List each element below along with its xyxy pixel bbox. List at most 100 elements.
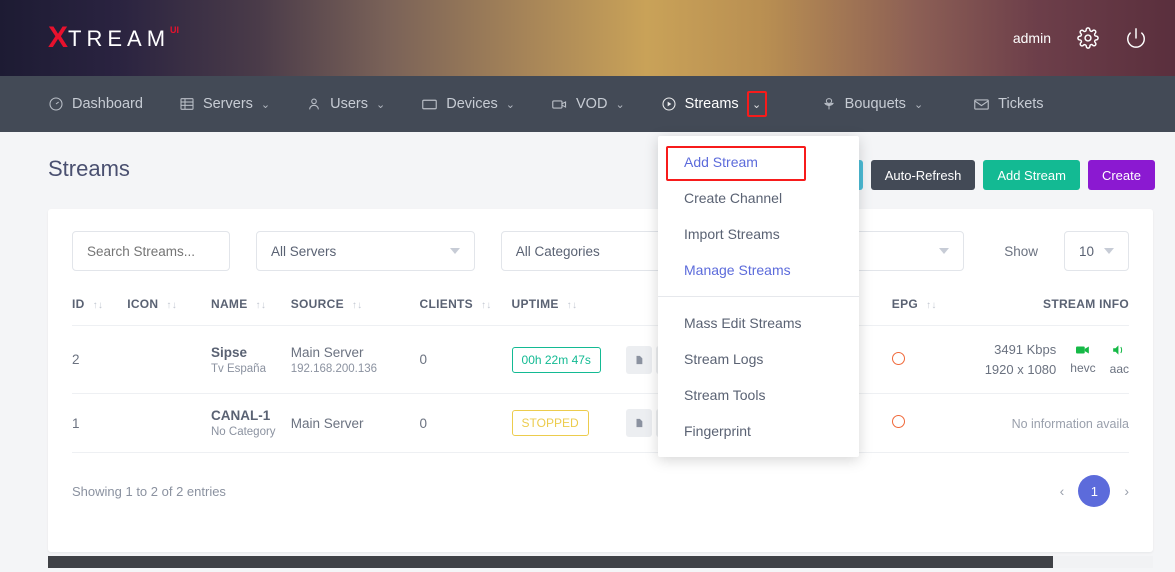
table-footer: Showing 1 to 2 of 2 entries ‹ 1 ›: [48, 453, 1153, 507]
stream-info-group: 3491 Kbps 1920 x 1080 hevc aac: [955, 340, 1129, 379]
chevron-down-icon-bouquets[interactable]: ⌄: [914, 98, 923, 111]
admin-username[interactable]: admin: [1013, 30, 1051, 46]
sort-icon-uptime[interactable]: ↑↓: [567, 300, 578, 311]
chevron-down-icon-vod[interactable]: ⌄: [615, 98, 624, 111]
col-uptime-label: UPTIME: [511, 297, 559, 311]
streams-card: All Servers All Categories er Show 10: [48, 209, 1153, 552]
power-icon[interactable]: [1125, 27, 1147, 49]
epg-status-icon: [891, 415, 905, 428]
menu-item-add-stream[interactable]: Add Stream: [658, 144, 859, 180]
horizontal-scrollbar[interactable]: [48, 556, 1153, 568]
page-size-select[interactable]: 10: [1063, 231, 1130, 271]
menu-item-stream-logs[interactable]: Stream Logs: [658, 341, 859, 377]
col-clients-label: CLIENTS: [419, 297, 473, 311]
source-server: Main Server: [290, 344, 364, 360]
play-circle-icon: [661, 96, 677, 112]
file-icon-button[interactable]: [626, 409, 653, 437]
nav-label-tickets: Tickets: [998, 96, 1044, 112]
uptime-badge: 00h 22m 47s: [511, 346, 601, 373]
scrollbar-thumb[interactable]: [48, 556, 1053, 568]
logo-superscript: UI: [170, 25, 180, 35]
gear-icon[interactable]: [1077, 27, 1099, 49]
source-address: 192.168.200.136: [290, 362, 378, 375]
cell-name: Sipse Tv España: [211, 325, 291, 394]
search-input[interactable]: [72, 231, 230, 271]
nav-item-users[interactable]: Users ⌄: [306, 76, 385, 132]
server-icon: [179, 96, 195, 112]
servers-select[interactable]: All Servers: [256, 231, 475, 271]
sort-icon-icon[interactable]: ↑↓: [166, 300, 177, 311]
nav-item-bouquets[interactable]: Bouquets ⌄: [821, 76, 923, 132]
sort-icon-id[interactable]: ↑↓: [93, 300, 104, 311]
pagination-page-1[interactable]: 1: [1078, 475, 1111, 507]
menu-item-create-channel[interactable]: Create Channel: [658, 180, 859, 216]
chevron-down-icon-users[interactable]: ⌄: [376, 98, 385, 111]
table-row[interactable]: 1 CANAL-1 No Category Main Server 0 STOP…: [72, 393, 1129, 453]
flower-icon: [821, 96, 837, 112]
add-stream-button[interactable]: Add Stream: [983, 160, 1080, 190]
nav-item-streams[interactable]: Streams ⌄: [661, 76, 767, 132]
video-codec-block: hevc: [1070, 345, 1096, 375]
col-icon[interactable]: ICON ↑↓: [127, 271, 211, 326]
epg-status-icon: [891, 351, 905, 365]
servers-select-value: All Servers: [271, 243, 337, 259]
menu-item-manage-streams[interactable]: Manage Streams: [658, 252, 859, 288]
xtream-logo[interactable]: X TREAM UI: [48, 23, 179, 53]
stream-bitrate: 3491 Kbps: [994, 342, 1057, 357]
chevron-down-icon-page-size: [1104, 248, 1115, 254]
uptime-badge: STOPPED: [511, 410, 589, 436]
device-icon: [421, 96, 438, 113]
nav-item-devices[interactable]: Devices ⌄: [421, 76, 515, 132]
col-name[interactable]: NAME ↑↓: [211, 271, 291, 326]
logo-x-letter: X: [48, 21, 69, 54]
nav-item-servers[interactable]: Servers ⌄: [179, 76, 270, 132]
cell-uptime: 00h 22m 47s: [511, 325, 627, 394]
table-header-row: ID ↑↓ ICON ↑↓ NAME ↑↓ SOURCE ↑↓ CLIENTS ↑↓: [72, 271, 1129, 326]
chevron-down-icon-third-select: [939, 248, 950, 254]
cell-id: 2: [72, 325, 128, 394]
categories-select-value: All Categories: [515, 243, 600, 259]
menu-item-stream-tools[interactable]: Stream Tools: [658, 377, 859, 413]
dashboard-icon: [48, 96, 64, 112]
envelope-icon: [973, 96, 990, 113]
pagination-next[interactable]: ›: [1124, 483, 1129, 499]
file-icon-button[interactable]: [626, 345, 653, 374]
entries-summary: Showing 1 to 2 of 2 entries: [72, 483, 226, 499]
sort-icon-source[interactable]: ↑↓: [352, 300, 363, 311]
col-uptime[interactable]: UPTIME ↑↓: [511, 271, 627, 326]
cell-epg: [891, 325, 956, 394]
col-epg[interactable]: EPG ↑↓: [891, 271, 956, 326]
chevron-down-icon-servers-select: [449, 248, 460, 254]
chevron-down-icon-devices[interactable]: ⌄: [506, 98, 515, 111]
col-source[interactable]: SOURCE ↑↓: [290, 271, 420, 326]
pagination-prev[interactable]: ‹: [1060, 483, 1065, 499]
sort-icon-epg[interactable]: ↑↓: [926, 300, 937, 311]
user-icon: [306, 96, 322, 112]
menu-item-import-streams[interactable]: Import Streams: [658, 216, 859, 252]
streams-dropdown-toggle[interactable]: ⌄: [746, 91, 767, 117]
col-id[interactable]: ID ↑↓: [72, 271, 128, 326]
col-clients[interactable]: CLIENTS ↑↓: [419, 271, 512, 326]
stream-resolution: 1920 x 1080: [984, 361, 1057, 377]
nav-item-dashboard[interactable]: Dashboard: [48, 76, 143, 132]
menu-item-fingerprint[interactable]: Fingerprint: [658, 413, 859, 449]
nav-item-vod[interactable]: VOD ⌄: [551, 76, 625, 132]
streams-table: ID ↑↓ ICON ↑↓ NAME ↑↓ SOURCE ↑↓ CLIENTS ↑↓: [72, 271, 1129, 453]
cell-stream-info: No information availa: [955, 393, 1129, 453]
nav-item-tickets[interactable]: Tickets: [973, 76, 1044, 132]
audio-codec-label: aac: [1109, 361, 1129, 376]
stream-bitrate-block: 3491 Kbps 1920 x 1080: [985, 340, 1057, 379]
sort-icon-clients[interactable]: ↑↓: [481, 300, 492, 311]
nav-label-vod: VOD: [576, 96, 608, 112]
nav-label-streams: Streams: [684, 96, 739, 112]
menu-item-mass-edit-streams[interactable]: Mass Edit Streams: [658, 305, 859, 341]
create-button[interactable]: Create: [1087, 160, 1155, 190]
col-icon-label: ICON: [127, 297, 159, 311]
chevron-down-icon-servers[interactable]: ⌄: [261, 98, 270, 111]
table-row[interactable]: 2 Sipse Tv España Main Server 192.168.20…: [72, 325, 1129, 394]
cell-epg: [891, 393, 956, 453]
sort-icon-name[interactable]: ↑↓: [256, 300, 267, 311]
streams-table-wrapper: ID ↑↓ ICON ↑↓ NAME ↑↓ SOURCE ↑↓ CLIENTS ↑↓: [48, 271, 1153, 453]
stream-category: No Category: [211, 426, 276, 438]
auto-refresh-button[interactable]: Auto-Refresh: [870, 160, 976, 190]
